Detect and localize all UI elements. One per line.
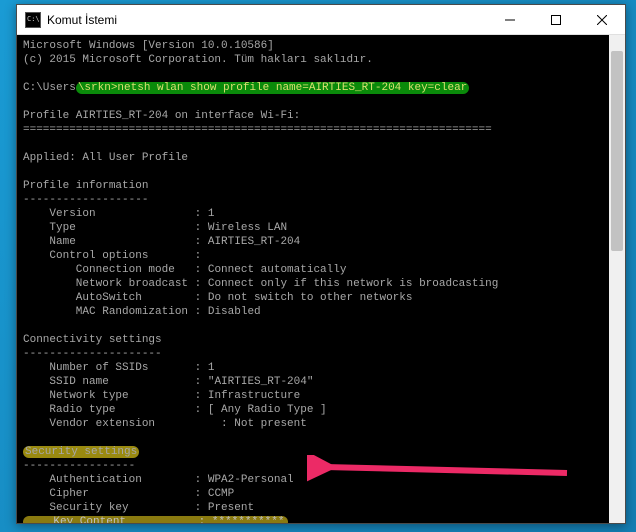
sec-row: Authentication : WPA2-Personal [23,474,294,486]
conn-row: Network type : Infrastructure [23,390,300,402]
window-title: Komut İstemi [47,13,117,27]
copyright-line: (c) 2015 Microsoft Corporation. Tüm hakl… [23,54,373,66]
window-controls [487,5,625,34]
profile-row: Network broadcast : Connect only if this… [23,278,498,290]
minimize-button[interactable] [487,5,533,34]
os-version-line: Microsoft Windows [Version 10.0.10586] [23,40,274,52]
scrollbar[interactable] [609,35,625,523]
section-conn-dash: --------------------- [23,348,162,360]
conn-row: Radio type : [ Any Radio Type ] [23,404,327,416]
sec-row: Cipher : CCMP [23,488,234,500]
section-profile-dash: ------------------- [23,194,148,206]
profile-row: Connection mode : Connect automatically [23,264,346,276]
profile-row: Control options : [23,250,201,262]
conn-row: Number of SSIDs : 1 [23,362,214,374]
prompt-prefix: C:\Users [23,82,76,94]
section-security-dash: ----------------- [23,460,135,472]
titlebar[interactable]: Komut İstemi [17,5,625,35]
console-output[interactable]: Microsoft Windows [Version 10.0.10586] (… [17,35,625,523]
divider: ========================================… [23,124,492,136]
applied-line: Applied: All User Profile [23,152,188,164]
section-profile-title: Profile information [23,180,148,192]
profile-row: Type : Wireless LAN [23,222,287,234]
profile-row: AutoSwitch : Do not switch to other netw… [23,292,412,304]
profile-row: MAC Randomization : Disabled [23,306,261,318]
annotation-arrow-icon [307,455,577,485]
sec-row: Security key : Present [23,502,254,514]
command-prompt-window: Komut İstemi Microsoft Windows [Version … [16,4,626,524]
scrollbar-thumb[interactable] [611,51,623,251]
command-highlighted: \srkn>netsh wlan show profile name=AIRTI… [76,82,469,94]
profile-row: Version : 1 [23,208,214,220]
profile-header: Profile AIRTIES_RT-204 on interface Wi-F… [23,110,300,122]
close-button[interactable] [579,5,625,34]
section-conn-title: Connectivity settings [23,334,162,346]
profile-row: Name : AIRTIES_RT-204 [23,236,300,248]
maximize-button[interactable] [533,5,579,34]
conn-row: Vendor extension : Not present [23,418,307,430]
key-content-row: Key Content : *********** [23,516,288,523]
section-security-title: Security settings [23,446,139,458]
cmd-icon [25,12,41,28]
conn-row: SSID name : "AIRTIES_RT-204" [23,376,313,388]
